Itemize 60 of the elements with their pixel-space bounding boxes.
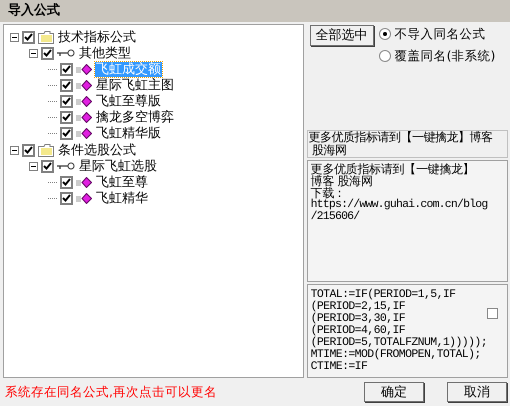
radio-button[interactable] xyxy=(378,50,391,62)
window-title: 导入公式 xyxy=(8,2,60,20)
dialog-button[interactable]: 确定 xyxy=(364,382,424,402)
description-label: 更多优质指标请到【一键擒龙】博客 xyxy=(308,131,493,144)
diamond-icon xyxy=(76,96,92,106)
expander-icon[interactable] xyxy=(10,146,19,154)
description-label: 股海网 xyxy=(310,144,346,157)
tree-item[interactable]: 飞虹至尊 xyxy=(95,174,149,190)
tree-item[interactable]: 条件选股公式 xyxy=(57,142,137,158)
checkbox[interactable] xyxy=(60,78,73,92)
checkbox[interactable] xyxy=(22,144,35,156)
tree-item[interactable]: 擒龙多空博弈 xyxy=(95,110,175,124)
checkbox[interactable] xyxy=(41,160,54,172)
diamond-icon xyxy=(76,64,92,74)
checkbox[interactable] xyxy=(60,176,73,188)
tree-item[interactable]: 星际飞虹主图 xyxy=(95,78,175,92)
diamond-icon xyxy=(76,128,92,138)
tree-item[interactable]: 星际飞虹选股 xyxy=(78,158,158,174)
description-line: 下载 : xyxy=(310,187,342,199)
description-line: 更多优质指标请到【一键擒龙】 xyxy=(310,163,476,175)
key-icon xyxy=(57,49,75,57)
code-line: (PERIOD=3,30,IF xyxy=(310,313,406,325)
folder-icon xyxy=(38,30,54,44)
checkbox[interactable] xyxy=(41,46,54,60)
checkbox[interactable] xyxy=(487,308,498,319)
key-icon xyxy=(57,162,75,170)
expander-icon[interactable] xyxy=(10,32,19,42)
select-all-button[interactable]: 全部选中 xyxy=(310,25,374,46)
diamond-icon xyxy=(76,192,92,204)
checkbox[interactable] xyxy=(60,62,73,76)
description-line: /215606/ xyxy=(310,211,360,223)
checkbox[interactable] xyxy=(60,94,73,108)
expander-icon[interactable] xyxy=(29,48,38,58)
checkbox[interactable] xyxy=(60,126,73,140)
code-line: (PERIOD=2,15,IF xyxy=(310,301,406,313)
code-line: CTIME:=IF xyxy=(310,361,368,373)
description-line: 博客 股海网 xyxy=(310,175,373,187)
diamond-icon xyxy=(76,112,92,122)
code-line: (PERIOD=5,TOTALFZNUM,1))))); xyxy=(310,337,487,349)
radio-button[interactable] xyxy=(378,28,391,40)
code-line: MTIME:=MOD(FROMOPEN,TOTAL); xyxy=(310,349,482,361)
checkbox[interactable] xyxy=(22,30,35,44)
dialog-button[interactable]: 取消 xyxy=(447,382,507,402)
radio-label: 不导入同名公式 xyxy=(394,25,486,43)
status-message: 系统存在同名公式,再次点击可以更名 xyxy=(5,382,218,401)
checkbox[interactable] xyxy=(60,110,73,124)
expander-icon[interactable] xyxy=(29,162,38,170)
tree-item[interactable]: 其他类型 xyxy=(78,46,132,60)
tree-item[interactable]: 飞虹至尊版 xyxy=(95,94,162,108)
tree-item[interactable]: 技术指标公式 xyxy=(57,30,137,44)
tree-item[interactable]: 飞虹精华 xyxy=(95,190,149,206)
code-line: (PERIOD=4,60,IF xyxy=(310,325,406,337)
code-line: TOTAL:=IF(PERIOD=1,5,IF xyxy=(310,289,456,301)
tree-item[interactable]: 飞虹精华版 xyxy=(95,126,162,140)
folder-icon xyxy=(38,144,54,156)
checkbox[interactable] xyxy=(60,192,73,204)
diamond-icon xyxy=(76,176,92,188)
description-line: https://www.guhai.com.cn/blog xyxy=(310,199,488,211)
radio-label: 覆盖同名(非系统) xyxy=(394,46,496,65)
diamond-icon xyxy=(76,80,92,90)
